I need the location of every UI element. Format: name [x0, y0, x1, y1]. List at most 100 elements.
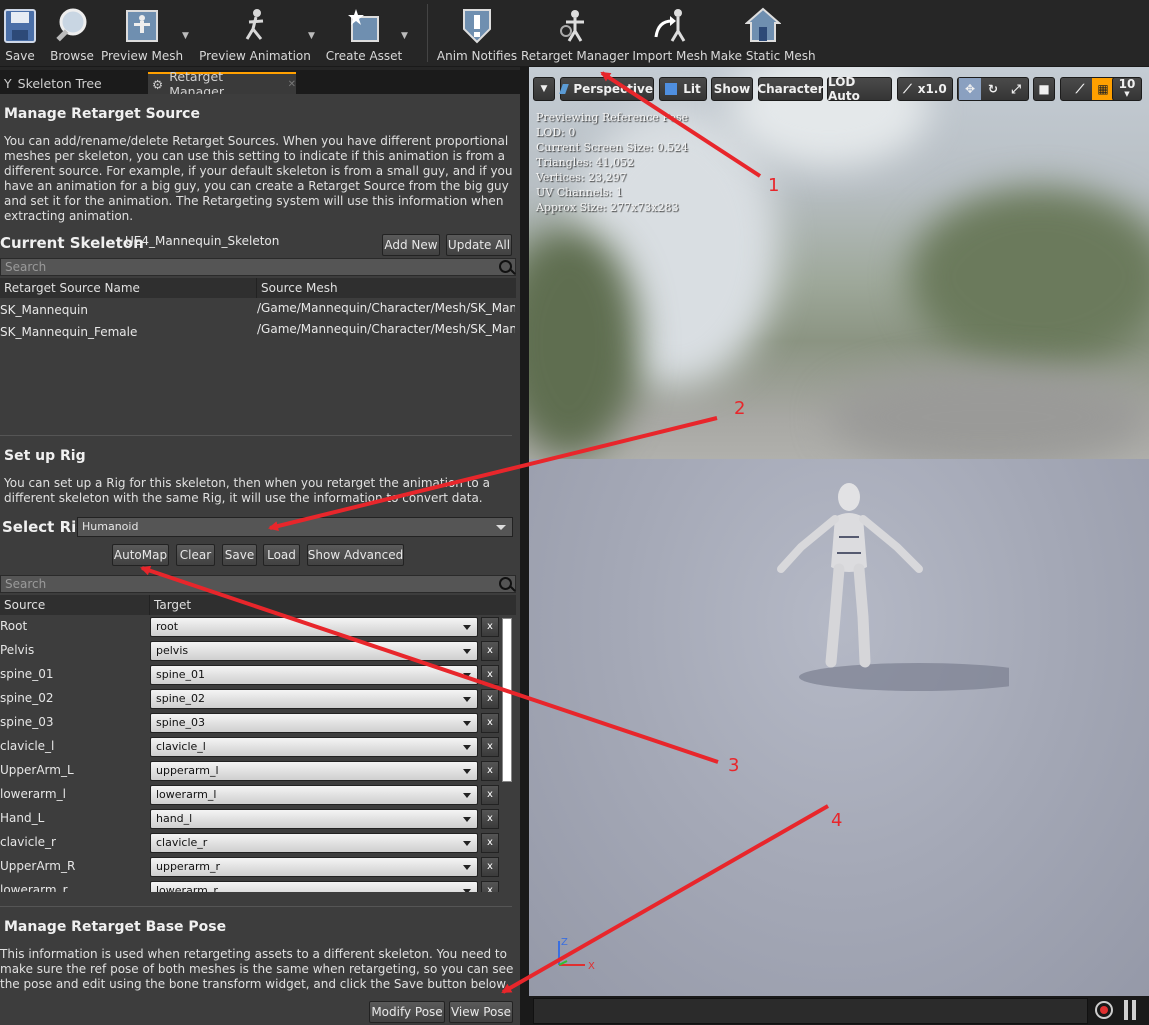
- scrollbar-thumb[interactable]: [502, 618, 512, 782]
- target-bone-dropdown[interactable]: spine_03: [150, 713, 478, 733]
- search-icon: [499, 577, 512, 590]
- import-mesh-toolbar-button[interactable]: Import Mesh: [632, 0, 708, 67]
- target-bone-dropdown[interactable]: lowerarm_l: [150, 785, 478, 805]
- target-bone-dropdown[interactable]: hand_l: [150, 809, 478, 829]
- target-bone-dropdown[interactable]: clavicle_l: [150, 737, 478, 757]
- retarget-manager-panel: Manage Retarget Source You can add/renam…: [0, 94, 520, 1025]
- manage-base-pose-heading: Manage Retarget Base Pose: [4, 919, 227, 935]
- cube-icon: ■: [1038, 82, 1050, 96]
- toolbar-separator: [427, 4, 428, 62]
- panel-splitter[interactable]: [520, 67, 529, 1025]
- grid-snap-icon[interactable]: ▦: [1092, 78, 1114, 100]
- target-bone-dropdown[interactable]: spine_01: [150, 665, 478, 685]
- clear-mapping-button[interactable]: x: [481, 857, 499, 877]
- lod-button[interactable]: LOD Auto: [827, 75, 892, 103]
- load-rig-button[interactable]: Load: [263, 544, 300, 566]
- stat-line: Current Screen Size: 0.524: [536, 141, 689, 154]
- axis-gizmo: Z X: [558, 937, 595, 972]
- camera-speed-button[interactable]: ⟋ x1.0: [897, 77, 953, 101]
- source-mesh-cell: /Game/Mannequin/Character/Mesh/SK_Manneq…: [257, 322, 515, 336]
- clear-mapping-button[interactable]: x: [481, 761, 499, 781]
- tab-skeleton-tree[interactable]: Y Skeleton Tree: [0, 72, 146, 94]
- pause-icon[interactable]: [1124, 1000, 1138, 1020]
- transform-tools-group: ✥ ↻ ⤢: [957, 77, 1029, 101]
- grid-size-dropdown[interactable]: 10 ▼: [1112, 77, 1142, 101]
- chevron-down-icon: [463, 697, 471, 702]
- world-local-toggle[interactable]: ■: [1033, 77, 1055, 101]
- close-icon[interactable]: ✕: [288, 79, 296, 90]
- translate-icon[interactable]: ✥: [959, 78, 981, 100]
- column-source-mesh: Source Mesh: [256, 278, 338, 298]
- make-static-mesh-toolbar-button[interactable]: Make Static Mesh: [710, 0, 816, 67]
- rig-mapping-row: clavicle_l clavicle_l x: [0, 736, 500, 760]
- target-bone-value: hand_l: [156, 812, 193, 825]
- clear-mapping-button[interactable]: x: [481, 737, 499, 757]
- running-figure-icon: [235, 4, 275, 48]
- retarget-manager-toolbar-button[interactable]: Retarget Manager: [521, 0, 629, 67]
- add-new-button[interactable]: Add New: [382, 234, 440, 256]
- lit-button[interactable]: Lit: [659, 77, 707, 101]
- modify-pose-button[interactable]: Modify Pose: [369, 1001, 445, 1023]
- clear-mapping-button[interactable]: x: [481, 665, 499, 685]
- automap-button[interactable]: AutoMap: [112, 544, 169, 566]
- show-button[interactable]: Show: [711, 77, 753, 101]
- perspective-button[interactable]: Perspective: [559, 77, 654, 101]
- tab-retarget-manager[interactable]: ⚙ Retarget Manager ✕: [148, 69, 296, 99]
- source-bone-label: spine_02: [0, 691, 54, 705]
- target-bone-dropdown[interactable]: spine_02: [150, 689, 478, 709]
- clear-mapping-button[interactable]: x: [481, 881, 499, 892]
- preview-viewport[interactable]: ▼ Perspective Lit Show Character LOD Aut…: [529, 67, 1149, 1025]
- clear-mapping-button[interactable]: x: [481, 689, 499, 709]
- anim-notifies-toolbar-button[interactable]: Anim Notifies: [437, 0, 517, 67]
- view-pose-button[interactable]: View Pose: [449, 1001, 513, 1023]
- rig-search-input[interactable]: Search: [0, 575, 516, 593]
- update-all-button[interactable]: Update All: [446, 234, 512, 256]
- target-bone-dropdown[interactable]: upperarm_r: [150, 857, 478, 877]
- current-skeleton-label: Current Skeleton: [0, 234, 144, 252]
- target-bone-dropdown[interactable]: upperarm_l: [150, 761, 478, 781]
- clear-mapping-button[interactable]: x: [481, 785, 499, 805]
- chevron-down-icon[interactable]: ▼: [308, 31, 315, 41]
- rotate-icon[interactable]: ↻: [981, 82, 1005, 96]
- stat-line: Approx Size: 277x73x283: [536, 201, 679, 214]
- record-icon[interactable]: [1095, 1001, 1113, 1019]
- stat-line: Triangles: 41,052: [536, 156, 635, 169]
- clear-mapping-button[interactable]: x: [481, 617, 499, 637]
- retarget-figure-icon: [555, 4, 595, 48]
- clear-mapping-button[interactable]: x: [481, 833, 499, 853]
- preview-mesh-toolbar-button[interactable]: Preview Mesh: [101, 0, 183, 67]
- character-button[interactable]: Character: [757, 77, 824, 101]
- preview-animation-toolbar-button[interactable]: Preview Animation: [199, 0, 311, 67]
- target-bone-dropdown[interactable]: root: [150, 617, 478, 637]
- source-bone-label: lowerarm_l: [0, 787, 66, 801]
- clear-mapping-button[interactable]: x: [481, 713, 499, 733]
- stat-line: Previewing Reference Pose: [536, 111, 689, 124]
- persona-editor-window: Save Browse Preview Mesh ▼ Preview Anima…: [0, 0, 1149, 1025]
- chevron-down-icon[interactable]: ▼: [401, 31, 408, 41]
- save-toolbar-button[interactable]: Save: [2, 0, 38, 67]
- selected-rig-value: Humanoid: [82, 520, 139, 533]
- create-asset-toolbar-button[interactable]: Create Asset: [326, 0, 402, 67]
- viewport-options-button[interactable]: ▼: [533, 77, 555, 101]
- clear-mapping-button[interactable]: x: [481, 809, 499, 829]
- save-rig-button[interactable]: Save: [222, 544, 257, 566]
- select-rig-dropdown[interactable]: Humanoid: [77, 517, 513, 537]
- target-bone-value: pelvis: [156, 644, 189, 657]
- surface-snap-icon[interactable]: ⟋: [1068, 82, 1092, 97]
- scale-icon[interactable]: ⤢: [1005, 82, 1027, 97]
- clear-mapping-button[interactable]: x: [481, 641, 499, 661]
- target-bone-value: root: [156, 620, 179, 633]
- target-bone-dropdown[interactable]: clavicle_r: [150, 833, 478, 853]
- axis-z-label: Z: [561, 937, 568, 948]
- chevron-down-icon[interactable]: ▼: [182, 31, 189, 41]
- show-advanced-button[interactable]: Show Advanced: [307, 544, 404, 566]
- target-bone-dropdown[interactable]: lowerarm_r: [150, 881, 478, 892]
- clear-button[interactable]: Clear: [176, 544, 215, 566]
- source-bone-label: spine_03: [0, 715, 54, 729]
- source-search-input[interactable]: Search: [0, 258, 516, 276]
- timeline-scrubber[interactable]: [533, 998, 1088, 1024]
- browse-toolbar-button[interactable]: Browse: [50, 0, 94, 67]
- chevron-down-icon: [463, 841, 471, 846]
- base-pose-description: This information is used when retargetin…: [0, 947, 514, 991]
- target-bone-dropdown[interactable]: pelvis: [150, 641, 478, 661]
